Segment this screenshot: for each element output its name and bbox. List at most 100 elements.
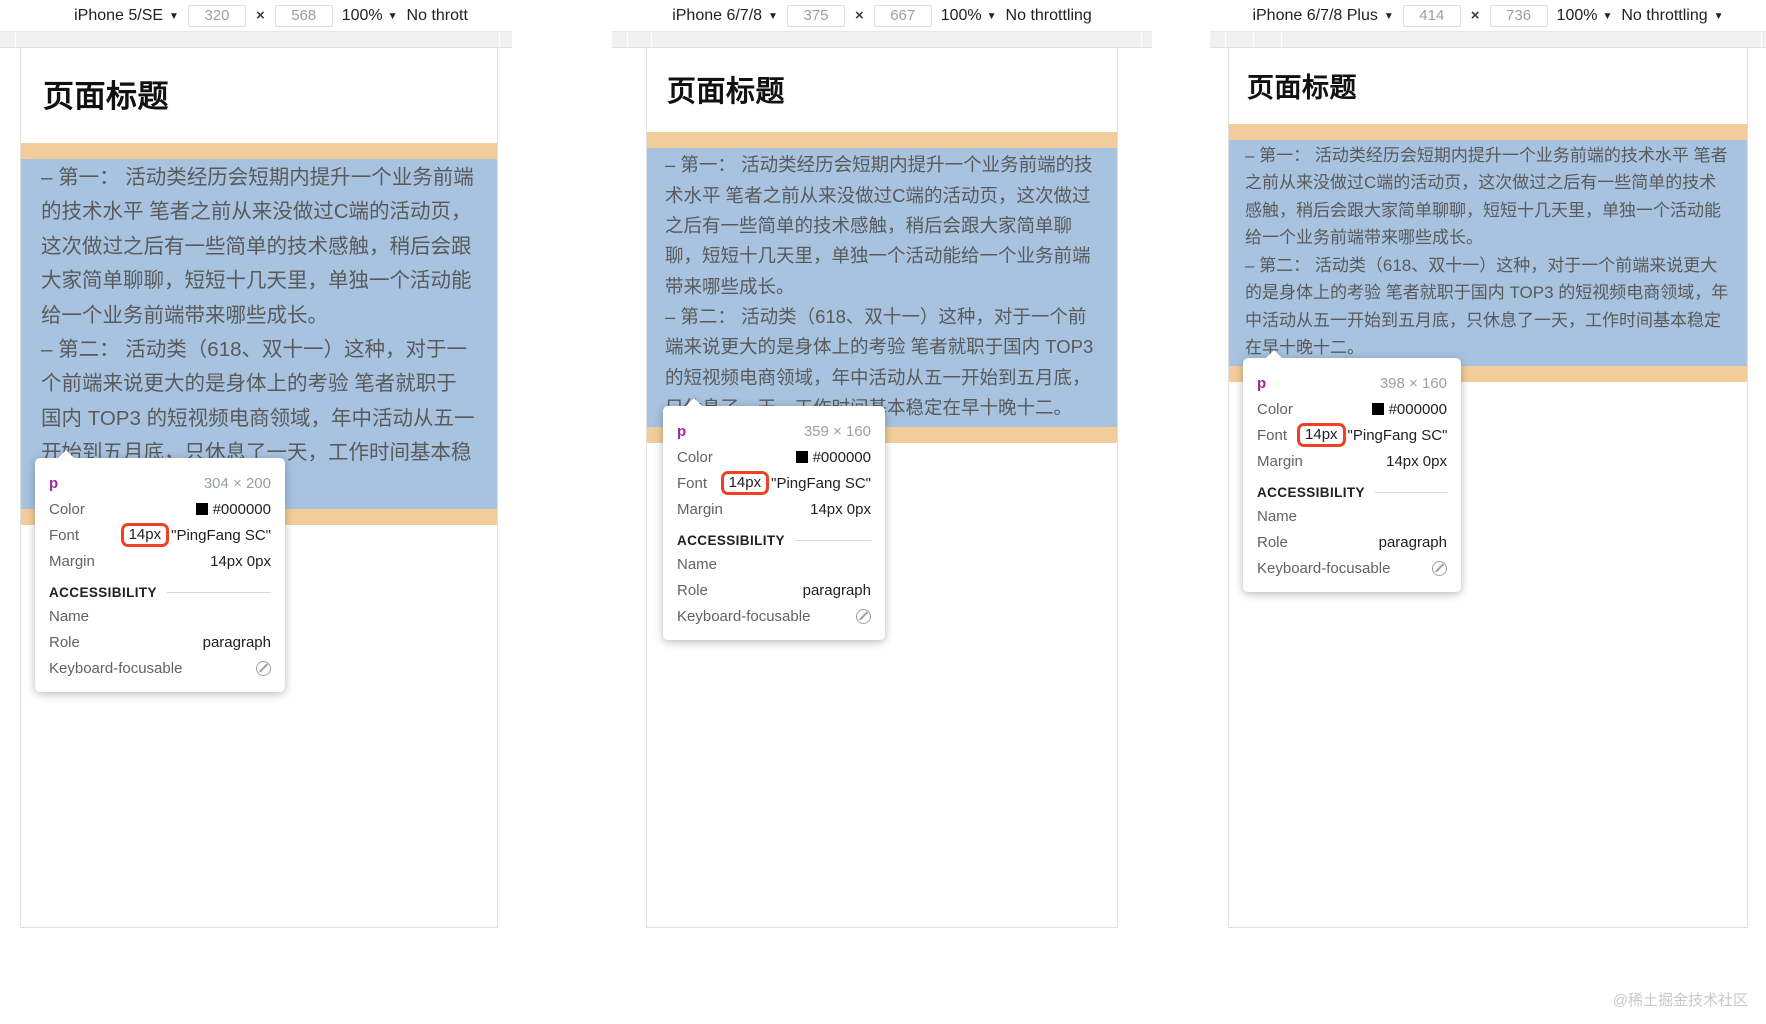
tooltip-role-label: Role — [677, 581, 708, 599]
tooltip-color-row: Color #000000 — [49, 496, 271, 522]
inspector-tooltip: p 398 × 160 Color #000000 Font 14px "Pin… — [1243, 350, 1461, 592]
tooltip-focusable-row: Keyboard-focusable — [49, 655, 271, 681]
tooltip-arrow — [1265, 350, 1283, 359]
tooltip-color-value: #000000 — [812, 448, 871, 466]
device-selector[interactable]: iPhone 5/SE ▼ — [74, 7, 179, 25]
annotation-highlight-font-size: 14px — [720, 470, 770, 496]
tooltip-color-label: Color — [677, 448, 713, 466]
tooltip-color-value: #000000 — [212, 500, 271, 518]
accessibility-section-header: ACCESSIBILITY — [677, 533, 871, 548]
accessibility-section-header: ACCESSIBILITY — [49, 585, 271, 600]
tooltip-name-row: Name — [677, 551, 871, 577]
tooltip-role-value: paragraph — [202, 633, 271, 651]
throttling-selector[interactable]: No throttling ▼ — [1621, 7, 1723, 25]
viewport-height-input[interactable]: 736 — [1489, 4, 1548, 27]
viewport-width-input[interactable]: 320 — [187, 4, 246, 27]
rendered-page: 页面标题 – 第一： 活动类经历会短期内提升一个业务前端的技术水平 笔者之前从来… — [647, 48, 1117, 444]
viewport-width-input[interactable]: 375 — [786, 4, 845, 27]
tooltip-font-family: "PingFang SC" — [771, 474, 871, 492]
divider — [1374, 492, 1447, 493]
device-viewport-area: 页面标题 – 第一： 活动类经历会短期内提升一个业务前端的技术水平 笔者之前从来… — [612, 48, 1152, 1023]
tooltip-focusable-label: Keyboard-focusable — [49, 659, 183, 677]
tooltip-color-value-wrap: #000000 — [195, 500, 271, 518]
tooltip-name-label: Name — [49, 607, 90, 625]
tooltip-role-row: Role paragraph — [1257, 529, 1447, 555]
highlight-margin-band-top — [647, 132, 1117, 149]
color-swatch-icon — [795, 451, 808, 463]
zoom-selector[interactable]: 100% ▼ — [941, 7, 997, 25]
tooltip-role-row: Role paragraph — [677, 577, 871, 603]
viewport-height-value: 667 — [890, 7, 916, 24]
tooltip-arrow — [685, 398, 703, 407]
device-panel-iphone-6-7-8: iPhone 6/7/8 ▼ 375 × 667 100% ▼ No throt… — [612, 0, 1152, 1024]
tooltip-font-label: Font — [677, 474, 708, 492]
throttling-selector[interactable]: No throttling — [1006, 7, 1092, 25]
rendered-page: 页面标题 – 第一： 活动类经历会短期内提升一个业务前端的技术水平 笔者之前从来… — [1229, 48, 1747, 382]
no-entry-icon — [856, 608, 871, 624]
tooltip-margin-row: Margin 14px 0px — [49, 548, 271, 574]
page-title: 页面标题 — [1247, 73, 1357, 103]
chevron-down-icon: ▼ — [169, 10, 179, 22]
paragraph-1: – 第一： 活动类经历会短期内提升一个业务前端的技术水平 笔者之前从来没做过C端… — [1245, 145, 1728, 248]
tooltip-margin-value: 14px 0px — [1386, 452, 1447, 470]
tooltip-dimensions: 304 × 200 — [203, 474, 271, 492]
tooltip-font-value-wrap: 14px "PingFang SC" — [120, 522, 271, 548]
device-selector[interactable]: iPhone 6/7/8 ▼ — [672, 7, 778, 25]
tooltip-header-row: p 398 × 160 — [1257, 370, 1447, 396]
tooltip-role-row: Role paragraph — [49, 629, 271, 655]
highlight-margin-band-top — [1229, 123, 1747, 140]
tooltip-font-row: Font 14px "PingFang SC" — [677, 470, 871, 496]
tooltip-margin-value: 14px 0px — [810, 500, 871, 518]
accessibility-title: ACCESSIBILITY — [49, 585, 157, 600]
divider — [794, 540, 871, 541]
tooltip-color-row: Color #000000 — [677, 444, 871, 470]
tooltip-font-row: Font 14px "PingFang SC" — [49, 522, 271, 548]
tooltip-name-row: Name — [1257, 503, 1447, 529]
inspector-tooltip: p 359 × 160 Color #000000 Font 14px "Pin… — [663, 398, 885, 640]
tooltip-focusable-label: Keyboard-focusable — [677, 607, 811, 625]
viewport-height-input[interactable]: 667 — [873, 4, 932, 27]
viewport-ruler — [612, 32, 1152, 48]
highlight-content-box: – 第一： 活动类经历会短期内提升一个业务前端的技术水平 笔者之前从来没做过C端… — [647, 148, 1117, 428]
device-frame: 页面标题 – 第一： 活动类经历会短期内提升一个业务前端的技术水平 笔者之前从来… — [1228, 48, 1748, 928]
paragraph-2: – 第二： 活动类（618、双十一）这种，对于一个前端来说更大的是身体上的考验 … — [1245, 255, 1729, 358]
tooltip-tag-name: p — [677, 422, 687, 440]
device-name-label: iPhone 5/SE — [74, 6, 164, 24]
device-frame: 页面标题 – 第一： 活动类经历会短期内提升一个业务前端的技术水平 笔者之前从来… — [20, 48, 498, 928]
viewport-ruler — [0, 32, 512, 48]
devtools-multi-device-screenshot: iPhone 5/SE ▼ 320 × 568 100% ▼ No thrott — [0, 0, 1766, 1024]
tooltip-font-row: Font 14px "PingFang SC" — [1257, 422, 1447, 448]
viewport-height-value: 736 — [1506, 7, 1532, 24]
rendered-page: 页面标题 – 第一： 活动类经历会短期内提升一个业务前端的技术水平 笔者之前从来… — [21, 48, 497, 526]
tooltip-margin-label: Margin — [1257, 452, 1303, 470]
chevron-down-icon: ▼ — [387, 10, 398, 22]
annotation-highlight-font-size: 14px — [1297, 422, 1346, 448]
viewport-width-value: 375 — [803, 7, 829, 24]
zoom-value: 100% — [940, 6, 982, 24]
tooltip-font-label: Font — [49, 526, 80, 544]
viewport-ruler — [1210, 32, 1766, 48]
device-panel-iphone-6-7-8-plus: iPhone 6/7/8 Plus ▼ 414 × 736 100% ▼ No … — [1210, 0, 1766, 1024]
zoom-selector[interactable]: 100% ▼ — [1557, 7, 1613, 25]
viewport-height-value: 568 — [291, 7, 317, 24]
device-selector[interactable]: iPhone 6/7/8 Plus ▼ — [1252, 7, 1393, 25]
paragraph-1: – 第一： 活动类经历会短期内提升一个业务前端的技术水平 笔者之前从来没做过C端… — [41, 165, 474, 327]
tooltip-font-family: "PingFang SC" — [1347, 426, 1448, 444]
device-toolbar: iPhone 5/SE ▼ 320 × 568 100% ▼ No thrott — [0, 0, 512, 32]
tooltip-color-value: #000000 — [1388, 400, 1447, 418]
viewport-width-input[interactable]: 414 — [1402, 4, 1461, 27]
zoom-selector[interactable]: 100% ▼ — [342, 7, 398, 25]
throttling-value: No thrott — [406, 6, 468, 24]
page-title: 页面标题 — [43, 79, 169, 114]
throttling-selector[interactable]: No thrott — [407, 7, 468, 25]
paragraph-2: – 第二： 活动类（618、双十一）这种，对于一个前端来说更大的是身体上的考验 … — [665, 305, 1094, 418]
viewport-height-input[interactable]: 568 — [274, 4, 333, 27]
color-swatch-icon — [195, 503, 208, 515]
tooltip-font-value-wrap: 14px "PingFang SC" — [1297, 422, 1448, 448]
highlight-margin-band-top — [21, 142, 497, 159]
tooltip-focusable-row: Keyboard-focusable — [677, 603, 871, 629]
chevron-down-icon: ▼ — [1602, 10, 1613, 22]
tooltip-dimensions: 359 × 160 — [803, 422, 871, 440]
device-name-label: iPhone 6/7/8 — [672, 6, 763, 24]
page-title: 页面标题 — [667, 76, 786, 108]
